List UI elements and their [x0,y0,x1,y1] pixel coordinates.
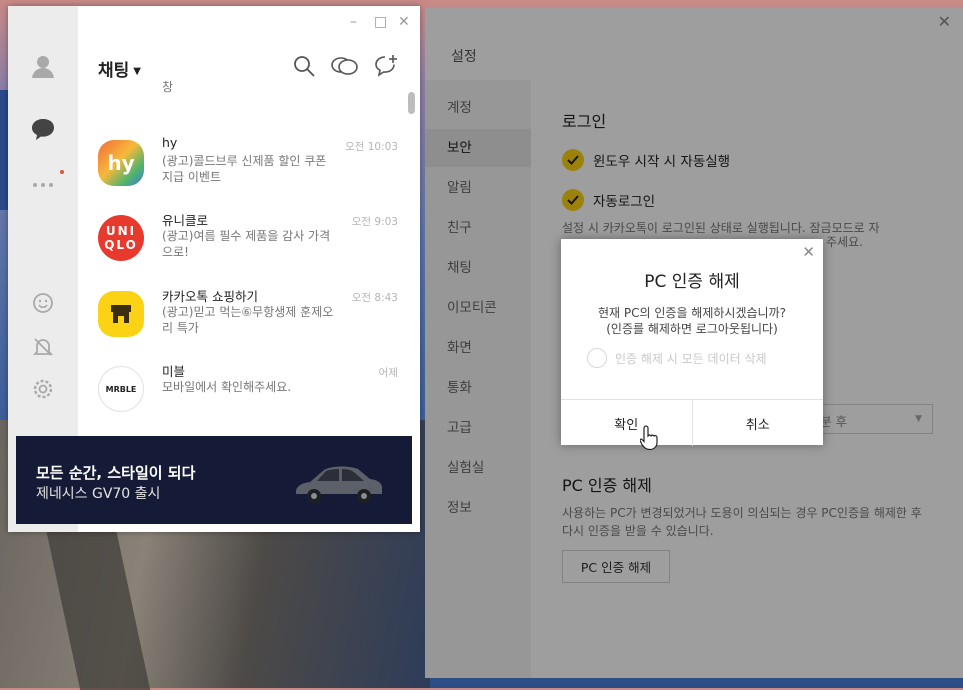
dialog-message: 현재 PC의 인증을 해제하시겠습니까? (인증를 해제하면 로그아웃됩니다) [561,305,823,337]
list-item[interactable]: MRBLE 미블 모바일에서 확인해주세요. 어제 [78,359,408,429]
dialog-message-line1: 현재 PC의 인증을 해제하시겠습니까? [598,306,786,320]
avatar-logo-text: UNI QLO [104,224,138,252]
ad-headline: 모든 순간, 스타일이 되다 [36,464,196,482]
hand-cursor-icon [640,425,658,450]
close-button[interactable]: ✕ [398,14,410,30]
gear-icon[interactable] [30,376,56,402]
ad-subline: 제네시스 GV70 출시 [36,486,161,502]
bell-off-icon[interactable] [30,334,56,360]
search-icon[interactable] [292,54,316,78]
open-chat-icon[interactable] [330,54,358,78]
friends-icon[interactable] [30,53,56,79]
maximize-button[interactable]: □ [374,14,387,30]
chat-time: 어제 [378,367,398,379]
chat-preview: (광고)믿고 먹는⑥무항생제 훈제오리 특가 [162,305,334,335]
chat-name: 유니클로 [162,213,209,228]
avatar: UNI QLO [98,215,144,261]
delete-data-radio[interactable] [587,348,607,368]
avatar [98,291,144,337]
chat-window: – □ ✕ 채팅 ▼ 창 hy hy (광고)콜드브루 신제품 할인 쿠폰 지급 … [8,6,420,532]
avatar-logo-text: MRBLE [105,384,137,394]
avatar: hy [98,140,144,186]
store-icon [111,305,131,323]
ad-banner[interactable]: 모든 순간, 스타일이 되다 제네시스 GV70 출시 [16,436,412,524]
chat-name: hy [162,135,178,150]
chat-name: 미블 [162,364,186,379]
more-icon[interactable] [30,172,56,198]
chat-preview: (광고)여름 필수 제품을 감사 가격으로! [162,229,331,259]
chat-time: 오전 10:03 [345,141,398,153]
avatar-logo-text: hy [107,151,135,175]
pc-cert-dialog: ✕ PC 인증 해제 현재 PC의 인증을 해제하시겠습니까? (인증를 해제하… [561,239,823,446]
chat-name: 카카오톡 쇼핑하기 [162,289,258,304]
avatar: MRBLE [98,366,144,412]
chat-list: 창 hy hy (광고)콜드브루 신제품 할인 쿠폰 지급 이벤트 오전 10:… [78,81,420,429]
dialog-buttons: 확인 취소 [561,399,823,446]
delete-data-option[interactable]: 인증 해제 시 모든 데이터 삭제 [587,348,767,368]
list-item[interactable]: hy hy (광고)콜드브루 신제품 할인 쿠폰 지급 이벤트 오전 10:03 [78,133,408,209]
scrollbar-thumb[interactable] [408,92,415,114]
minimize-button[interactable]: – [350,14,357,30]
notification-dot [60,170,64,174]
new-chat-icon[interactable] [374,54,398,78]
list-item[interactable]: 카카오톡 쇼핑하기 (광고)믿고 먹는⑥무항생제 훈제오리 특가 오전 8:43 [78,284,408,360]
chat-list-title[interactable]: 채팅 ▼ [98,56,141,81]
chat-time: 오전 9:03 [351,216,398,228]
dialog-message-line2: (인증를 해제하면 로그아웃됩니다) [606,322,778,336]
emoticon-icon[interactable] [30,290,56,316]
chat-tab-icon[interactable] [30,116,56,142]
dialog-title: PC 인증 해제 [644,272,740,292]
chat-title-label: 채팅 [98,61,130,81]
chat-time: 오전 8:43 [351,292,398,304]
delete-data-label: 인증 해제 시 모든 데이터 삭제 [615,351,767,366]
chat-preview: 창 [162,81,174,94]
chat-preview: 모바일에서 확인해주세요. [162,380,292,394]
list-item[interactable]: 창 [78,81,408,103]
cancel-button[interactable]: 취소 [693,400,824,446]
chat-preview: (광고)콜드브루 신제품 할인 쿠폰 지급 이벤트 [162,154,327,184]
confirm-button[interactable]: 확인 [561,400,693,446]
car-image [296,466,382,503]
list-item[interactable]: UNI QLO 유니클로 (광고)여름 필수 제품을 감사 가격으로! 오전 9… [78,208,408,284]
caret-down-icon: ▼ [133,65,141,77]
dialog-close-button[interactable]: ✕ [802,243,815,261]
